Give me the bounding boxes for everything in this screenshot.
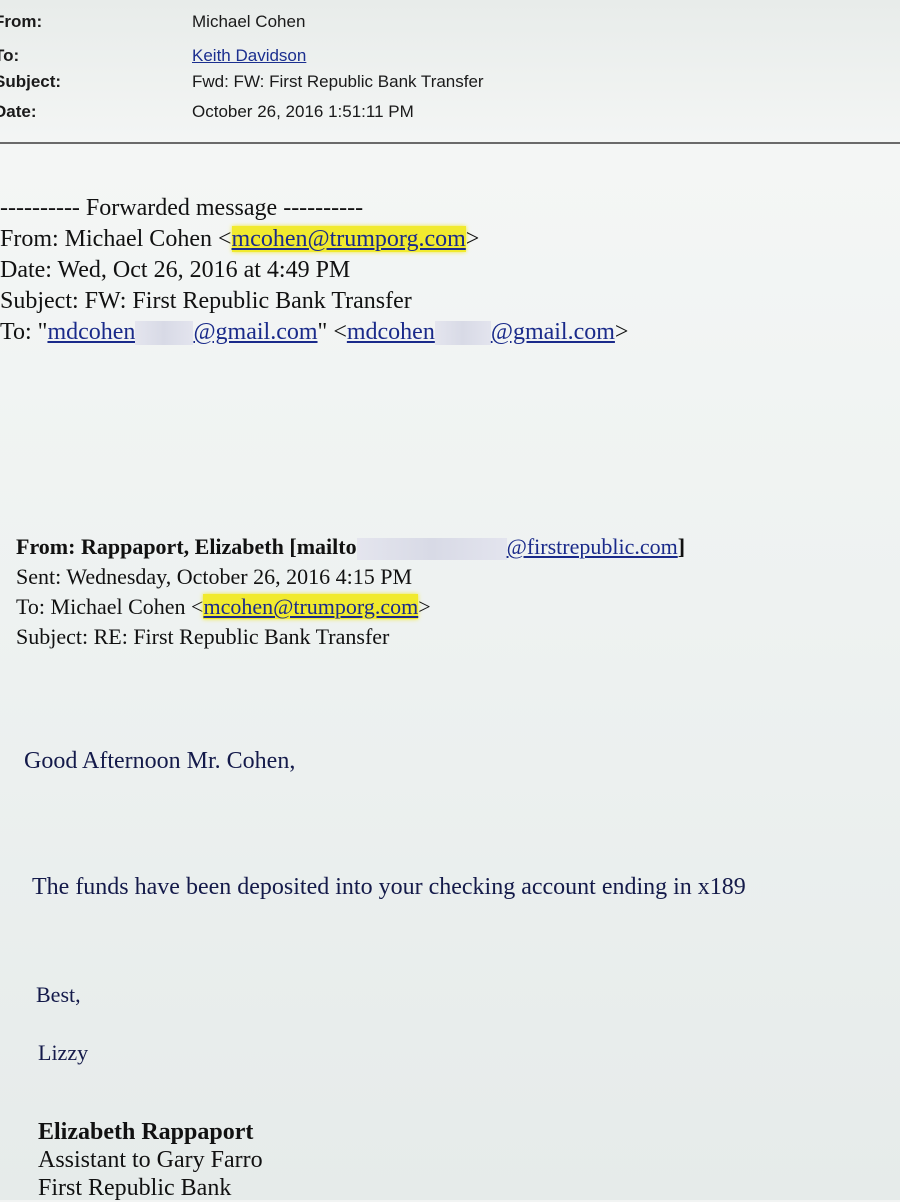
header-date-value: October 26, 2016 1:51:11 PM xyxy=(192,102,414,121)
forwarded-to-email2-end: @gmail.com xyxy=(490,319,615,345)
forwarded-from-prefix: From: Michael Cohen < xyxy=(0,226,232,252)
signature-company: First Republic Bank xyxy=(38,1175,232,1201)
original-to-line: To: Michael Cohen <mcohen@trumporg.com> xyxy=(16,592,685,622)
forwarded-from-suffix: > xyxy=(465,226,480,252)
forwarded-to-email1-start: mdcohen xyxy=(47,319,136,345)
forwarded-block: ---------- Forwarded message ---------- … xyxy=(0,193,628,348)
header-date-label: Date: xyxy=(0,102,37,121)
forwarded-divider: ---------- Forwarded message ---------- xyxy=(0,195,364,221)
forwarded-to-suffix: > xyxy=(614,319,629,345)
signature-block: Elizabeth Rappaport Assistant to Gary Fa… xyxy=(38,1118,263,1202)
header-from-value[interactable]: Michael Cohen xyxy=(192,10,305,34)
original-from-line: From: Rappaport, Elizabeth [mailto @first… xyxy=(16,532,685,562)
forwarded-to-email2-link[interactable]: mdcohen @gmail.com xyxy=(346,319,615,346)
redaction-block xyxy=(434,321,491,346)
forwarded-date-line: Date: Wed, Oct 26, 2016 at 4:49 PM xyxy=(0,257,351,283)
header-subject-label: Subject: xyxy=(0,72,62,91)
body-message: The funds have been deposited into your … xyxy=(32,874,746,900)
body-closing: Best, xyxy=(36,982,81,1007)
original-from-email-link[interactable]: @firstrepublic.com xyxy=(507,534,678,559)
signature-title: Assistant to Gary Farro xyxy=(38,1147,263,1173)
forwarded-to-line: To: "mdcohen @gmail.com" <mdcohen @gmail.c… xyxy=(0,317,628,348)
signature-name: Elizabeth Rappaport xyxy=(38,1119,254,1145)
original-subject-line: Subject: RE: First Republic Bank Transfe… xyxy=(16,624,390,649)
original-to-prefix: To: Michael Cohen < xyxy=(16,594,204,619)
forwarded-to-email2-start: mdcohen xyxy=(346,319,435,345)
forwarded-to-email1-link[interactable]: mdcohen @gmail.com xyxy=(47,319,318,346)
body-name: Lizzy xyxy=(38,1040,89,1065)
email-header: From: Michael Cohen To: Keith Davidson S… xyxy=(0,0,900,145)
forwarded-to-prefix: To: " xyxy=(0,319,48,345)
body-greeting: Good Afternoon Mr. Cohen, xyxy=(24,748,296,774)
forwarded-from-line: From: Michael Cohen <mcohen@trumporg.com… xyxy=(0,224,628,255)
header-divider xyxy=(0,142,900,144)
original-from-prefix: From: Rappaport, Elizabeth [mailto xyxy=(16,534,357,559)
redaction-block xyxy=(135,321,194,346)
forwarded-to-mid: " < xyxy=(317,319,347,345)
original-message-header: From: Rappaport, Elizabeth [mailto @first… xyxy=(16,532,685,652)
forwarded-to-email1-end: @gmail.com xyxy=(193,319,318,345)
forwarded-subject-line: Subject: FW: First Republic Bank Transfe… xyxy=(0,288,412,314)
original-sent-line: Sent: Wednesday, October 26, 2016 4:15 P… xyxy=(16,564,413,589)
original-from-suffix: ] xyxy=(677,534,686,559)
header-to-label: To: xyxy=(0,46,20,65)
original-to-email-link[interactable]: mcohen@trumporg.com xyxy=(203,594,419,619)
header-to-link[interactable]: Keith Davidson xyxy=(192,44,306,68)
header-subject-value: Fwd: FW: First Republic Bank Transfer xyxy=(192,72,484,91)
redaction-block xyxy=(356,537,507,560)
forwarded-from-email-link[interactable]: mcohen@trumporg.com xyxy=(231,226,466,252)
original-to-suffix: > xyxy=(418,594,431,619)
header-from-label: From: xyxy=(0,12,43,31)
